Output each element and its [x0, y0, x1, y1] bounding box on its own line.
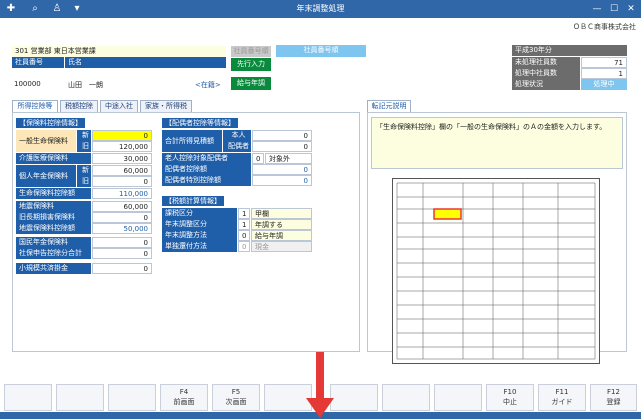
- fkey-blank[interactable]: [434, 384, 482, 411]
- tab-hint[interactable]: 転記元説明: [367, 100, 411, 112]
- tax-row-code[interactable]: 0: [238, 230, 250, 241]
- tab-family[interactable]: 家族・所得税: [140, 100, 192, 112]
- summary-label: 処理状況: [512, 79, 580, 90]
- social-total-value: 0: [92, 248, 152, 259]
- quake-deduct-value: 50,000: [92, 223, 152, 234]
- deduct-value: 0: [252, 164, 312, 175]
- fkey-blank[interactable]: [330, 384, 378, 411]
- pension-label: 個人年金保険料: [16, 165, 76, 187]
- summary-label: 未処理社員数: [512, 57, 580, 68]
- national-pension-input[interactable]: 0: [92, 237, 152, 248]
- deduct-label: 配偶者控除額: [162, 164, 251, 175]
- new-label: 新: [77, 130, 91, 141]
- pension-new-input[interactable]: 60,000: [92, 165, 152, 176]
- spouse-input[interactable]: 0: [252, 141, 312, 152]
- old-label: 旧: [77, 176, 91, 187]
- pension-old-input[interactable]: 0: [92, 176, 152, 187]
- emp-code[interactable]: 100000: [14, 80, 41, 88]
- tab-midyear[interactable]: 中途入社: [100, 100, 138, 112]
- fkey-f5-next[interactable]: F5 次画面: [212, 384, 260, 411]
- company-name: ＯＢＣ商事株式会社: [573, 23, 636, 31]
- life-deduct-value: 110,000: [92, 188, 152, 199]
- elderly-value: 対象外: [265, 153, 312, 164]
- status-link[interactable]: <在籍>: [195, 80, 221, 90]
- tax-title: 【税額計算情報】: [162, 196, 224, 206]
- longterm-label: 旧長期損害保険料: [16, 212, 91, 223]
- pointer-arrow: [316, 352, 324, 404]
- tax-row-code[interactable]: 1: [238, 219, 250, 230]
- tax-row-value: 甲欄: [251, 208, 312, 219]
- emp-code-label: 社員番号: [12, 57, 64, 68]
- tax-row-label: 年末調整区分: [162, 219, 237, 230]
- tax-row-label: 年末調整方法: [162, 230, 237, 241]
- care-label: 介護医療保険料: [16, 153, 91, 164]
- fkey-f12-save[interactable]: F12 登録: [590, 384, 637, 411]
- emp-name: 山田 一朗: [68, 81, 103, 89]
- special-label: 配偶者特別控除額: [162, 175, 251, 186]
- summary-label: 処理中社員数: [512, 68, 580, 79]
- tax-row-code[interactable]: 0: [238, 241, 250, 252]
- fkey-f10-cancel[interactable]: F10 中止: [486, 384, 534, 411]
- summary-year: 平成30年分: [512, 45, 627, 56]
- tax-row-label: 課税区分: [162, 208, 237, 219]
- spouse-title: 【配偶者控除等情報】: [162, 118, 238, 128]
- tab-deduction[interactable]: 所得控除等: [12, 100, 58, 112]
- elderly-code[interactable]: 0: [252, 153, 264, 164]
- summary-value: 1: [581, 68, 627, 79]
- tax-row-code[interactable]: 1: [238, 208, 250, 219]
- fkey-blank[interactable]: [264, 384, 312, 411]
- tax-row-value: 給与年調: [251, 230, 312, 241]
- emp-name-label: 氏名: [65, 57, 226, 68]
- status-badge: 処理中: [581, 79, 627, 90]
- self-input[interactable]: 0: [252, 130, 312, 141]
- general-life-label: 一般生命保険料: [16, 130, 76, 152]
- form-image: [396, 182, 596, 360]
- self-label: 本人: [223, 130, 251, 141]
- fkey-blank[interactable]: [4, 384, 52, 411]
- care-input[interactable]: 30,000: [92, 153, 152, 164]
- salary-adjust-button[interactable]: 給与年調: [231, 77, 271, 90]
- dept-field: 301 営業部 東日本営業課: [12, 46, 226, 57]
- est-income-label: 合計所得見積額: [162, 130, 222, 152]
- window-title: 年末調整処理: [296, 4, 345, 13]
- close-icon[interactable]: ✕: [624, 2, 638, 16]
- arrow-down-icon: [306, 398, 334, 418]
- first-input-button[interactable]: 先行入力: [231, 58, 271, 71]
- special-value: 0: [252, 175, 312, 186]
- title-bar: ✚ ⌕ ♙ ▾ 年末調整処理 — ☐ ✕: [0, 0, 641, 18]
- small-biz-label: 小規模共済掛金: [16, 263, 91, 274]
- tax-row-value: 現金: [251, 241, 312, 252]
- longterm-input[interactable]: 0: [92, 212, 152, 223]
- tax-row-value: 年調する: [251, 219, 312, 230]
- general-new-input[interactable]: 0: [92, 130, 152, 141]
- form-thumbnail: [392, 178, 600, 364]
- fkey-f11-guide[interactable]: F11 ガイド: [538, 384, 586, 411]
- spouse-label: 配偶者: [223, 141, 251, 152]
- old-label: 旧: [77, 141, 91, 152]
- small-biz-input[interactable]: 0: [92, 263, 152, 274]
- quake-label: 地震保険料: [16, 201, 91, 212]
- order-button[interactable]: 社員番号順: [276, 45, 366, 57]
- life-deduct-label: 生命保険料控除額: [16, 188, 91, 199]
- national-pension-label: 国民年金保険料: [16, 237, 91, 248]
- tax-row-label: 単独還付方法: [162, 241, 237, 252]
- elderly-label: 老人控除対象配偶者: [162, 153, 251, 164]
- fkey-blank[interactable]: [108, 384, 156, 411]
- fkey-f4-prev[interactable]: F4 前画面: [160, 384, 208, 411]
- fkey-blank[interactable]: [382, 384, 430, 411]
- general-old-input[interactable]: 120,000: [92, 141, 152, 152]
- summary-value: 71: [581, 57, 627, 68]
- new-label: 新: [77, 165, 91, 176]
- social-total-label: 社保申告控除分合計: [16, 248, 91, 259]
- quake-input[interactable]: 60,000: [92, 201, 152, 212]
- disabled-button: 社員番号順: [231, 46, 271, 57]
- quake-deduct-label: 地震保険料控除額: [16, 223, 91, 234]
- tab-tax-credit[interactable]: 税額控除: [60, 100, 98, 112]
- hint-text: 「生命保険料控除」欄の「一般の生命保険料」のＡの金額を入力します。: [376, 123, 607, 131]
- maximize-icon[interactable]: ☐: [607, 2, 621, 16]
- insurance-title: 【保険料控除情報】: [16, 118, 85, 128]
- fkey-blank[interactable]: [56, 384, 104, 411]
- minimize-icon[interactable]: —: [590, 2, 604, 16]
